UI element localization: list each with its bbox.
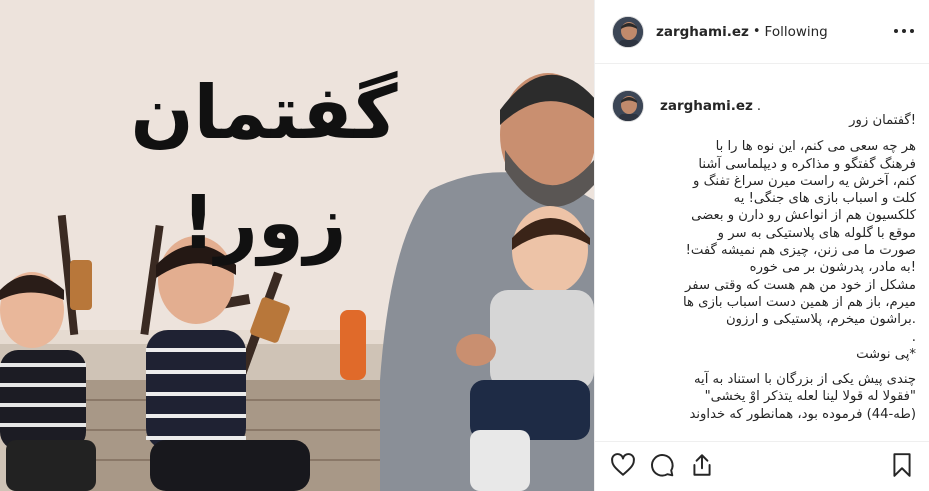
- post-overlay-title: گفتمان زور!: [130, 70, 398, 266]
- caption-line: !به مادر، پدرشون بر می خوره: [749, 260, 916, 276]
- avatar-image: [613, 16, 643, 47]
- more-options-icon[interactable]: [892, 21, 916, 41]
- caption-line: *پی نوشت: [856, 346, 916, 362]
- caption-text: !گفتمان زور هر چه سعی می کنم، این نوه ها…: [646, 112, 916, 423]
- avatar-image: [613, 91, 643, 121]
- bookmark-icon[interactable]: [889, 452, 915, 478]
- caption-line: کنم، آخرش یه راست میرن سراغ تفنگ و: [693, 173, 916, 189]
- caption-line: !گفتمان زور: [849, 113, 916, 128]
- caption-line: کلت و اسباب بازی های جنگی! یه: [733, 191, 916, 207]
- caption-line: "فقولا له قولا لینا لعله یتذکر اوْ یخشی": [704, 389, 916, 405]
- caption-line: هر چه سعی می کنم، این نوه ها را با: [715, 139, 916, 155]
- caption-line: کلکسیون هم از انواعش رو دارن و بعضی: [691, 208, 916, 224]
- caption-line: (طه-44) فرموده بود، همانطور که خداوند: [689, 406, 916, 422]
- caption-line: میرم، باز هم از همین دست اسباب بازی ها: [682, 294, 916, 310]
- header-separator: •: [752, 24, 761, 39]
- author-avatar[interactable]: [612, 15, 644, 48]
- share-icon[interactable]: [689, 452, 715, 478]
- caption-avatar[interactable]: [612, 90, 644, 122]
- caption-line: .براشون میخرم، پلاستیکی و ارزون: [725, 312, 916, 328]
- following-status[interactable]: Following: [765, 24, 828, 40]
- action-bar: [595, 441, 929, 491]
- post-side-panel: zarghami.ez • Following zarghami.ez . !گ…: [594, 0, 929, 491]
- comment-icon[interactable]: [649, 452, 675, 478]
- caption-line: مشکل از خود من هم هست که وقتی سفر: [685, 277, 916, 293]
- post-photo[interactable]: گفتمان زور!: [0, 0, 594, 491]
- caption-line: چندی پیش یکی از بزرگان با استناد به آیه: [693, 372, 916, 388]
- caption-line: موقع با گلوله های پلاستیکی به سر و: [717, 225, 916, 241]
- post-header: zarghami.ez • Following: [595, 0, 929, 64]
- heart-icon[interactable]: [610, 452, 636, 478]
- caption-line: فرهنگ گفتگو و مذاکره و دیپلماسی آشنا: [698, 156, 916, 172]
- caption-line: [646, 363, 916, 371]
- caption-line: .: [911, 329, 916, 345]
- caption-line: صورت ما می زنن، چیزی هم نمیشه گفت!: [685, 243, 916, 259]
- author-username[interactable]: zarghami.ez: [656, 24, 749, 40]
- comments-section[interactable]: zarghami.ez . !گفتمان زور هر چه سعی می ک…: [595, 64, 929, 441]
